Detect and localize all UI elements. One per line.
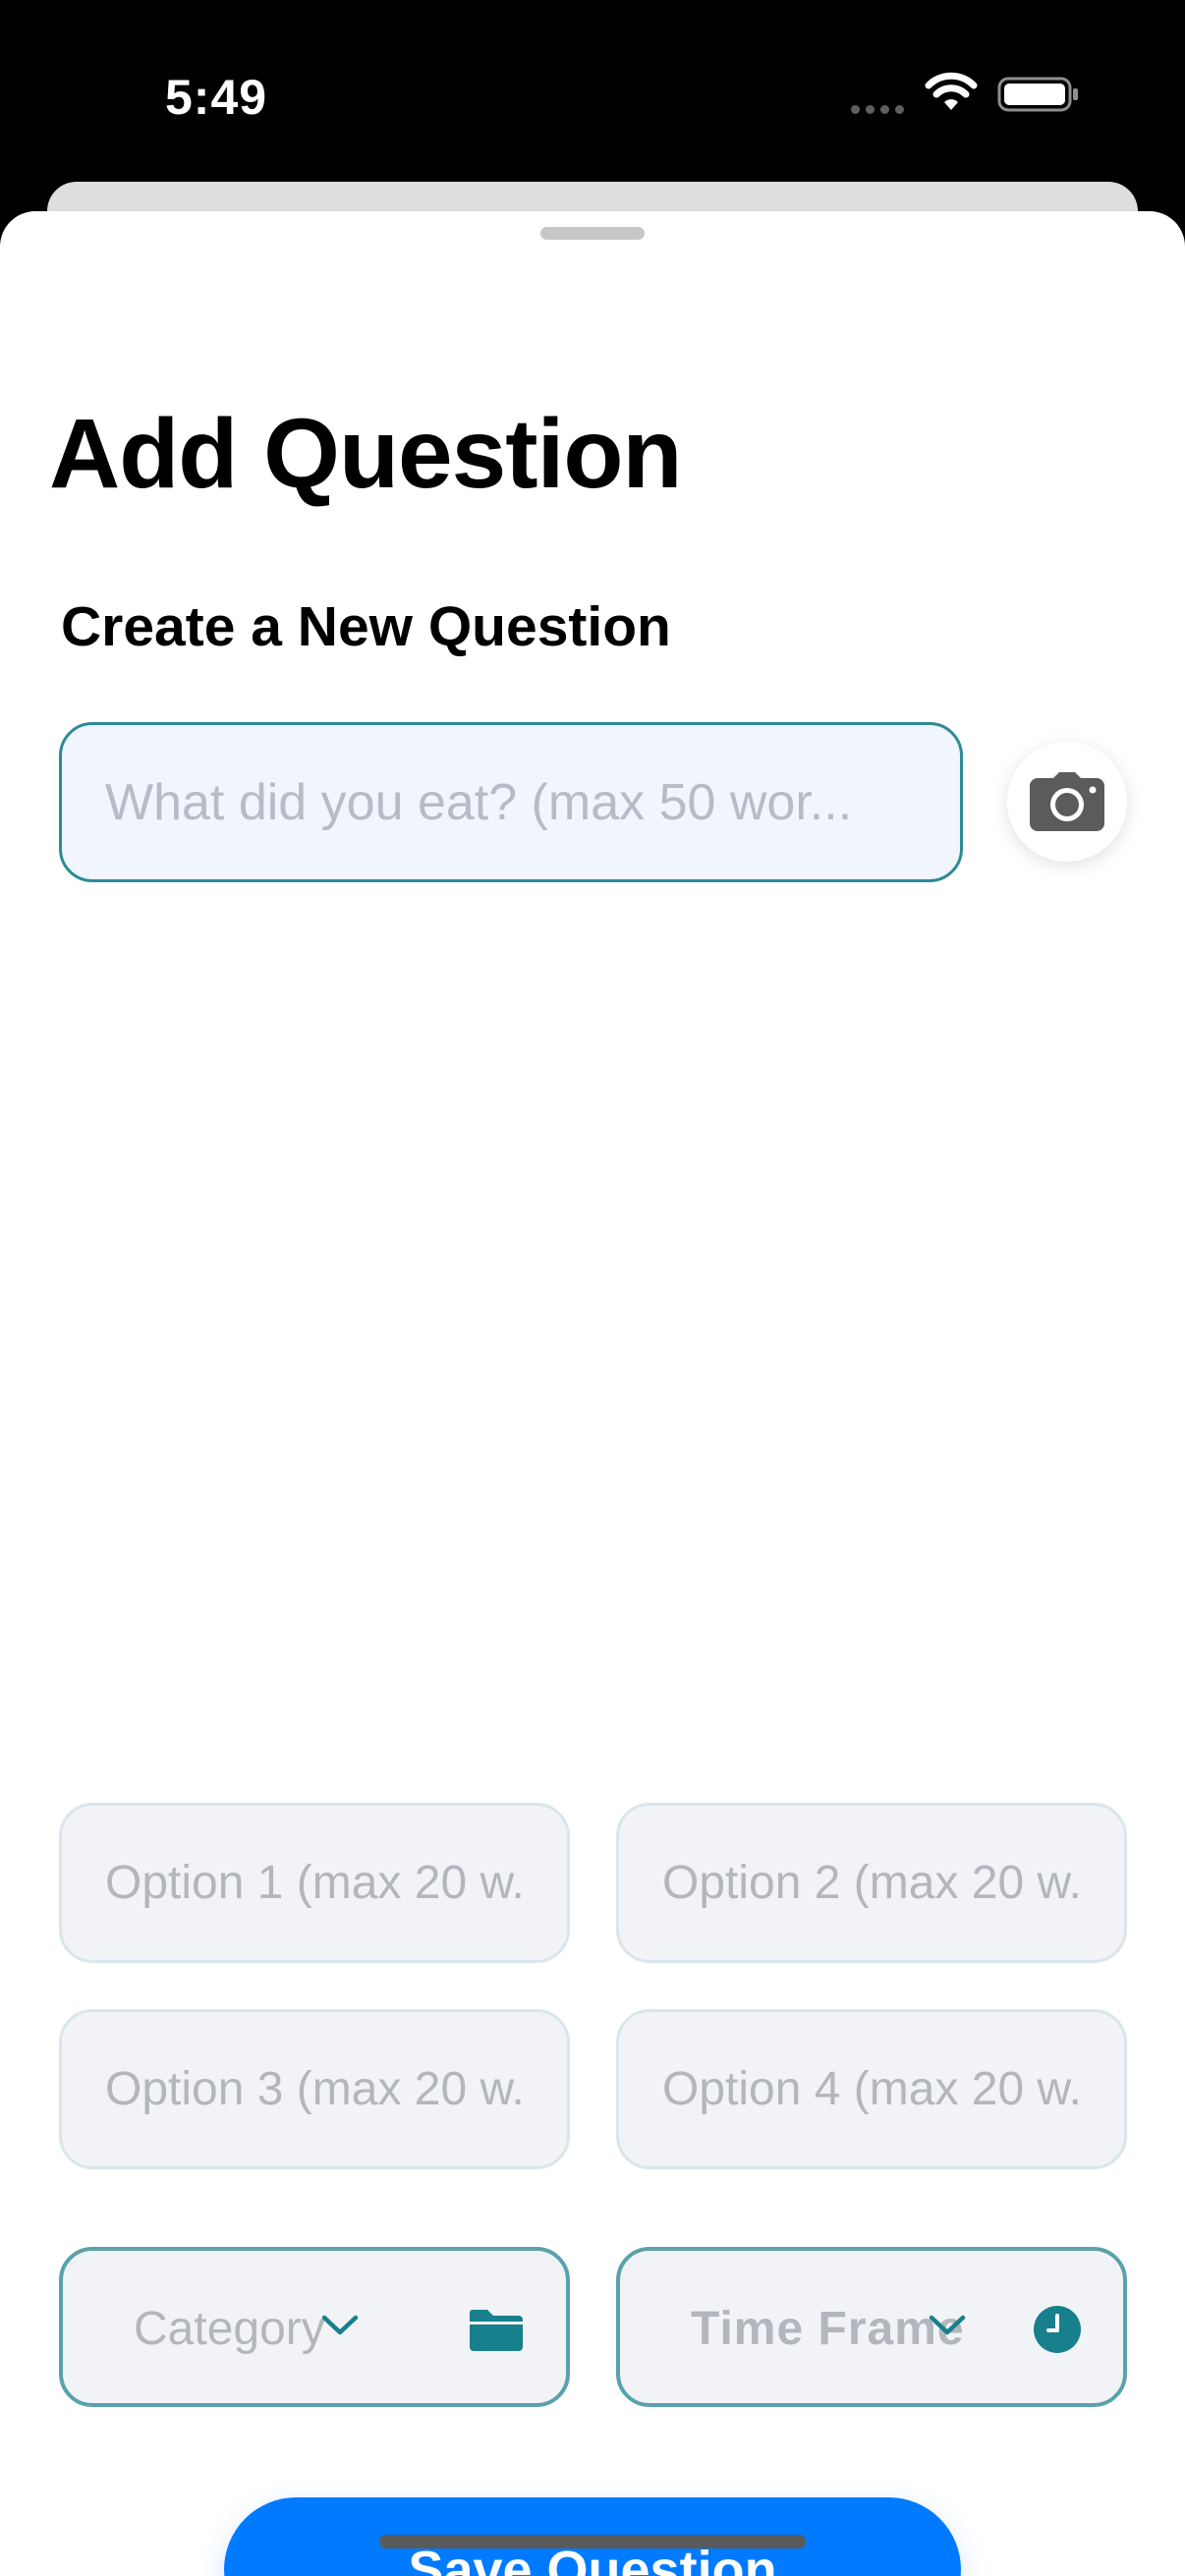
chevron-down-icon (321, 2315, 359, 2335)
status-bar: 5:49 (0, 0, 1185, 182)
battery-icon (997, 77, 1078, 112)
add-question-sheet: Add Question Create a New Question Categ… (0, 211, 1185, 2576)
option-2-input[interactable] (616, 1803, 1127, 1963)
option-1-input[interactable] (59, 1803, 570, 1963)
chevron-down-icon (929, 2315, 966, 2335)
camera-button[interactable] (1007, 742, 1127, 862)
cellular-signal-icon (851, 105, 904, 114)
home-indicator[interactable] (379, 2535, 806, 2548)
time-frame-picker[interactable]: Time Frame (616, 2247, 1127, 2407)
question-input[interactable] (59, 722, 963, 882)
time-frame-label: Time Frame (691, 2303, 965, 2355)
category-picker[interactable]: Category (59, 2247, 570, 2407)
status-time: 5:49 (165, 70, 268, 125)
folder-icon (469, 2310, 523, 2351)
clock-icon (1034, 2306, 1081, 2353)
option-4-input[interactable] (616, 2009, 1127, 2169)
camera-icon (1030, 772, 1104, 831)
section-heading: Create a New Question (61, 595, 671, 658)
wifi-icon (925, 72, 978, 110)
page-title: Add Question (49, 399, 683, 509)
option-3-input[interactable] (59, 2009, 570, 2169)
sheet-grabber[interactable] (540, 227, 645, 240)
category-label: Category (134, 2303, 325, 2355)
